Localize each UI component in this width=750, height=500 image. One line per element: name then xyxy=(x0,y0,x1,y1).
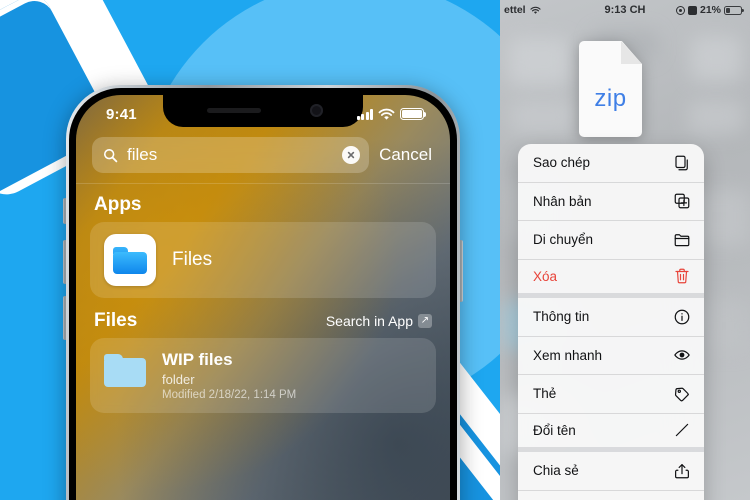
pencil-icon xyxy=(672,421,691,440)
file-result-row[interactable]: WIP files folder Modified 2/18/22, 1:14 … xyxy=(90,338,436,413)
context-menu-item-di-chuyển[interactable]: Di chuyển xyxy=(518,221,704,260)
cellular-bars-icon xyxy=(356,108,373,120)
context-menu-item-sao-chép[interactable]: Sao chép xyxy=(518,144,704,183)
clear-circle-icon[interactable] xyxy=(342,146,361,164)
wifi-icon xyxy=(378,108,395,120)
share-icon xyxy=(672,461,691,480)
tag-icon xyxy=(672,384,691,403)
apps-section-title: Apps xyxy=(94,194,142,215)
blurred-background-tile xyxy=(510,100,576,134)
zip-file-label: zip xyxy=(594,85,627,112)
cancel-button[interactable]: Cancel xyxy=(379,145,434,165)
context-menu-item-label: Đổi tên xyxy=(533,422,576,438)
context-menu-item-label: Xem nhanh xyxy=(533,347,603,363)
alarm-icon xyxy=(687,5,697,15)
status-bar-indicators xyxy=(356,108,427,121)
folder-icon xyxy=(104,354,146,387)
status-bar-time: 9:41 xyxy=(106,105,137,123)
search-row: files Cancel xyxy=(76,129,450,173)
context-menu-item-xóa[interactable]: Xóa xyxy=(518,260,704,298)
files-app-icon xyxy=(104,234,156,286)
folder-move-icon xyxy=(672,230,691,249)
search-in-app-label: Search in App xyxy=(325,313,413,329)
context-menu-item-label: Di chuyển xyxy=(533,232,594,248)
iphone-screen: 9:41 files Cancel Apps Files Files Searc… xyxy=(76,95,450,500)
context-menu-item-nhân-bản[interactable]: Nhân bản xyxy=(518,183,704,221)
search-icon xyxy=(103,148,118,162)
file-result-name: WIP files xyxy=(162,350,233,369)
zip-document-icon[interactable]: zip xyxy=(579,41,642,137)
context-menu-item-đổi-tên[interactable]: Đổi tên xyxy=(518,414,704,452)
blurred-background-tile xyxy=(690,36,742,82)
trash-icon xyxy=(672,267,691,286)
file-result-modified: Modified 2/18/22, 1:14 PM xyxy=(162,389,297,401)
files-section-title: Files xyxy=(94,310,138,331)
location-icon xyxy=(675,5,685,15)
context-menu-item-label: Chia sẻ xyxy=(533,463,579,479)
context-menu[interactable]: Sao chép Nhân bản Di chuyển Xóa Thông tin Xem… xyxy=(518,144,704,500)
blurred-background-tile xyxy=(688,100,744,134)
duplicate-icon xyxy=(672,192,691,211)
right-panel-ios-context-menu: ettel 9:13 CH 21% zip Sao chép Nhân bản Di… xyxy=(500,0,750,500)
context-menu-item-label: Thẻ xyxy=(533,386,557,402)
status-bar-indicators: 21% xyxy=(675,4,744,16)
file-result-kind: folder xyxy=(162,372,195,387)
screenshot-root: 9:41 files Cancel Apps Files Files Searc… xyxy=(0,0,750,500)
right-status-bar: ettel 9:13 CH 21% xyxy=(500,0,750,20)
files-section-header: Files Search in App ↗ xyxy=(76,298,450,338)
battery-icon xyxy=(724,5,744,15)
context-menu-item-thông-tin[interactable]: Thông tin xyxy=(518,298,704,337)
context-menu-item-label: Thông tin xyxy=(533,309,590,325)
external-link-icon: ↗ xyxy=(418,314,432,328)
blurred-background-tile xyxy=(508,38,570,86)
battery-percent-label: 21% xyxy=(699,4,721,16)
context-menu-item-xem-nhanh[interactable]: Xem nhanh xyxy=(518,337,704,375)
iphone-mockup: 9:41 files Cancel Apps Files Files Searc… xyxy=(66,85,460,500)
copy-icon xyxy=(672,153,691,172)
search-input-value: files xyxy=(127,145,158,164)
context-menu-item-giải-nén[interactable]: Giải nén xyxy=(518,491,704,500)
context-menu-item-label: Sao chép xyxy=(533,155,591,171)
context-menu-item-label: Nhân bản xyxy=(533,193,592,209)
search-in-app-button[interactable]: Search in App ↗ xyxy=(326,313,432,329)
app-result-name: Files xyxy=(172,249,213,270)
app-result-files[interactable]: Files xyxy=(90,222,436,298)
blurred-background-tile xyxy=(700,300,748,352)
search-input[interactable]: files xyxy=(92,137,370,173)
info-circle-icon xyxy=(672,307,691,326)
left-status-bar: 9:41 xyxy=(76,95,450,129)
iphone-bezel: 9:41 files Cancel Apps Files Files Searc… xyxy=(69,88,457,500)
context-menu-item-label: Xóa xyxy=(533,268,558,284)
eye-icon xyxy=(672,346,691,365)
left-panel-ios-search: 9:41 files Cancel Apps Files Files Searc… xyxy=(0,0,500,500)
context-menu-item-thẻ[interactable]: Thẻ xyxy=(518,375,704,414)
battery-icon xyxy=(400,108,427,120)
context-menu-item-chia-sẻ[interactable]: Chia sẻ xyxy=(518,452,704,491)
